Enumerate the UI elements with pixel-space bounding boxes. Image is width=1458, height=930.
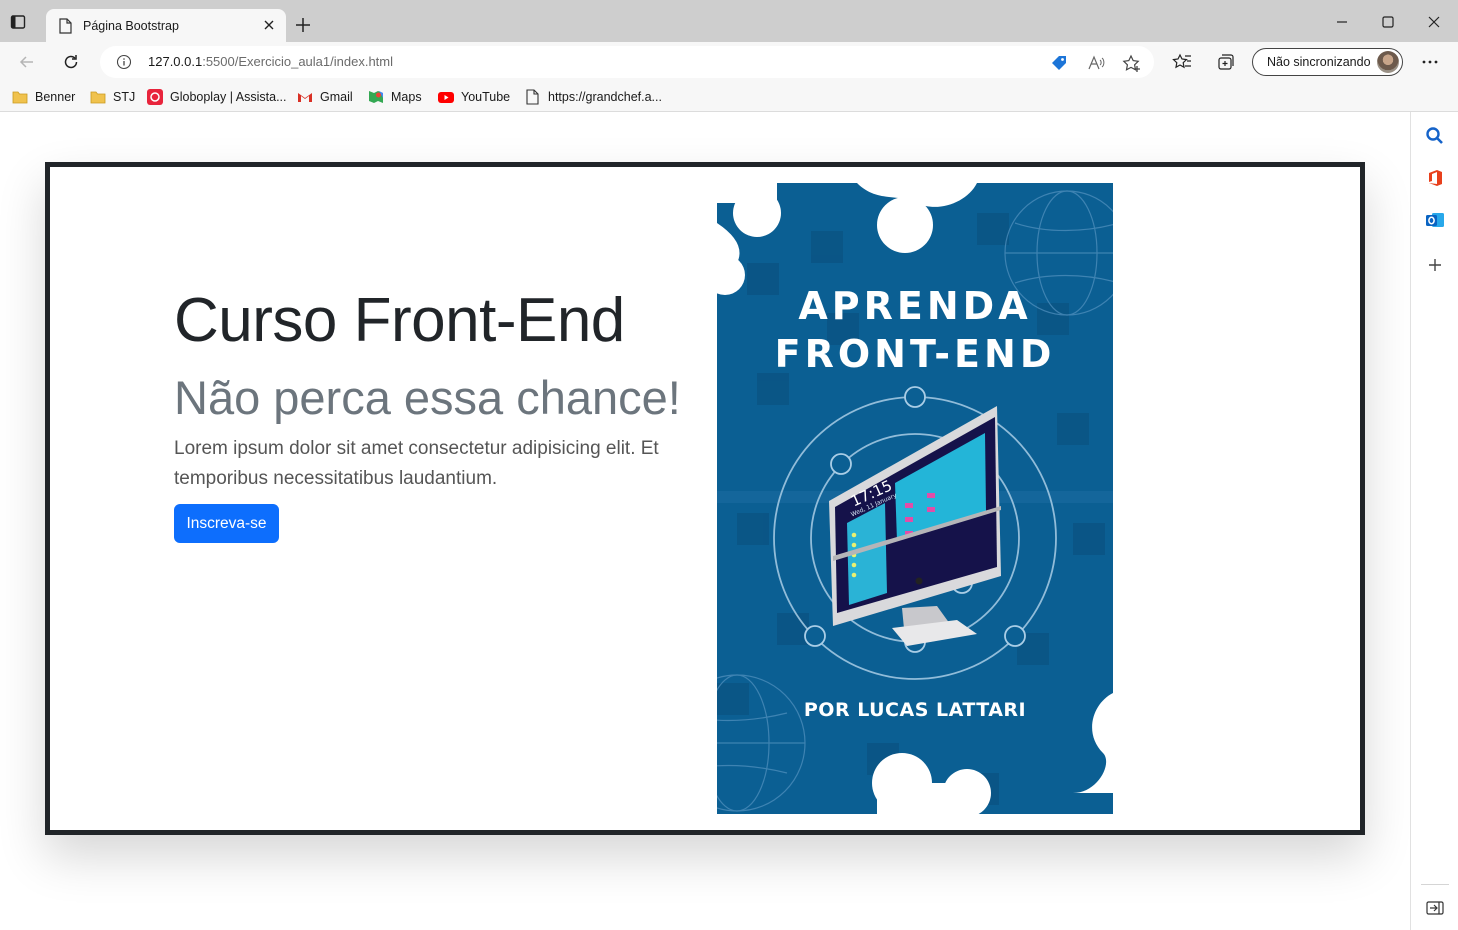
poster-title-line1: APRENDA [798, 284, 1032, 328]
back-icon[interactable] [17, 52, 37, 77]
more-menu-icon[interactable] [1420, 52, 1440, 77]
bookmark-label: https://grandchef.a... [548, 90, 662, 104]
bookmarks-bar: Benner STJ Globoplay | Assista... Gmail … [0, 82, 1458, 112]
hero-subtitle: Não perca essa chance! [174, 371, 681, 424]
read-aloud-icon[interactable] [1087, 54, 1105, 77]
page-icon [525, 89, 541, 105]
url-text[interactable]: 127.0.0.1:5500/Exercicio_aula1/index.htm… [148, 54, 393, 69]
course-poster-image: APRENDA FRONT-END POR LUCAS LATTARI 17:1… [717, 183, 1113, 814]
page-icon [58, 18, 72, 39]
hero-lead: Lorem ipsum dolor sit amet consectetur a… [174, 438, 659, 489]
office-icon[interactable] [1425, 168, 1445, 193]
globoplay-icon [147, 89, 163, 105]
bookmark-benner[interactable]: Benner [12, 88, 75, 106]
bookmark-label: Globoplay | Assista... [170, 90, 287, 104]
outlook-icon[interactable] [1425, 210, 1445, 235]
poster-byline: POR LUCAS LATTARI [803, 699, 1027, 721]
maps-icon [368, 89, 384, 105]
bookmark-globoplay[interactable]: Globoplay | Assista... [147, 88, 287, 106]
info-icon[interactable] [116, 54, 132, 75]
maximize-icon[interactable] [1380, 14, 1396, 35]
avatar [1377, 51, 1399, 73]
bookmark-maps[interactable]: Maps [368, 88, 422, 106]
shopping-tag-icon[interactable] [1050, 54, 1068, 77]
hero-section: Curso Front-End Não perca essa chance! L… [45, 162, 1365, 835]
favorites-icon[interactable] [1172, 52, 1192, 77]
toolbar: 127.0.0.1:5500/Exercicio_aula1/index.htm… [0, 42, 1458, 82]
page-viewport: Curso Front-End Não perca essa chance! L… [0, 113, 1410, 930]
sync-label: Não sincronizando [1267, 55, 1371, 69]
poster-title-line2: FRONT-END [774, 332, 1056, 376]
close-tab-icon[interactable] [262, 18, 276, 37]
subscribe-button[interactable]: Inscreva-se [174, 504, 279, 543]
edge-sidebar [1410, 112, 1458, 930]
reload-icon[interactable] [61, 52, 81, 77]
title-bar: Página Bootstrap [0, 0, 1458, 43]
minimize-icon[interactable] [1334, 14, 1350, 35]
bookmark-youtube[interactable]: YouTube [438, 88, 510, 106]
folder-icon [90, 89, 106, 105]
bookmark-stj[interactable]: STJ [90, 88, 135, 106]
hide-sidebar-icon[interactable] [1425, 898, 1445, 923]
bookmark-label: STJ [113, 90, 136, 104]
folder-icon [12, 89, 28, 105]
gmail-icon [297, 89, 313, 105]
bookmark-gmail[interactable]: Gmail [297, 88, 353, 106]
collections-icon[interactable] [1216, 52, 1236, 77]
sidebar-divider [1421, 884, 1449, 885]
add-favorite-icon[interactable] [1122, 54, 1142, 79]
close-window-icon[interactable] [1426, 14, 1442, 35]
tab-active[interactable]: Página Bootstrap [46, 9, 286, 43]
bookmark-label: Benner [35, 90, 76, 104]
add-icon[interactable] [1425, 255, 1445, 280]
tab-actions-icon[interactable] [10, 14, 36, 40]
youtube-icon [438, 89, 454, 105]
bookmark-label: Gmail [320, 90, 353, 104]
tab-title: Página Bootstrap [83, 19, 179, 33]
search-icon[interactable] [1425, 126, 1445, 151]
bookmark-grandchef[interactable]: https://grandchef.a... [525, 88, 662, 106]
hero-title: Curso Front-End [174, 286, 625, 355]
address-bar[interactable]: 127.0.0.1:5500/Exercicio_aula1/index.htm… [100, 46, 1154, 78]
bookmark-label: YouTube [461, 90, 511, 104]
profile-sync-button[interactable]: Não sincronizando [1252, 48, 1403, 76]
new-tab-icon[interactable] [294, 16, 312, 39]
bookmark-label: Maps [391, 90, 422, 104]
